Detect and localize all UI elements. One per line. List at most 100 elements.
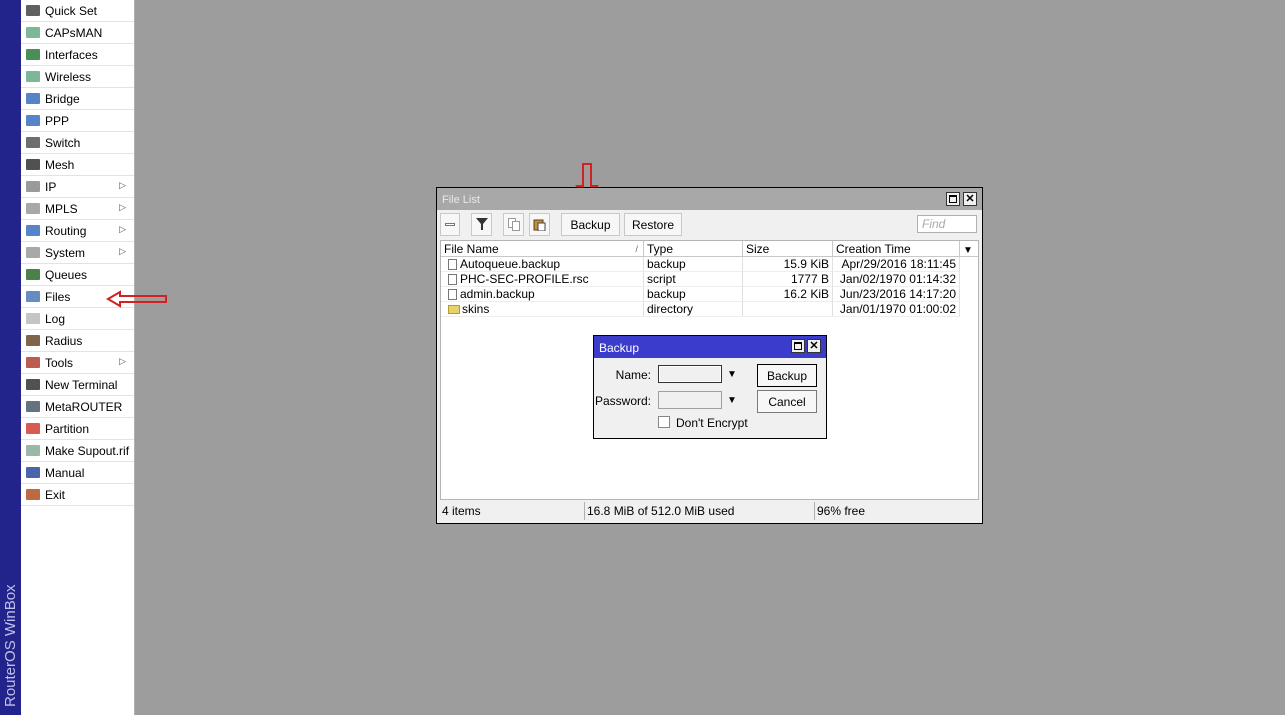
sort-icon: / [635, 244, 638, 254]
cell-created: Jan/02/1970 01:14:32 [833, 272, 960, 287]
exit-icon [25, 488, 41, 502]
sidebar-item-manual[interactable]: Manual [21, 462, 134, 484]
log-icon [25, 312, 41, 326]
column-creation-time[interactable]: Creation Time [833, 241, 960, 257]
sidebar-item-label: Quick Set [45, 3, 98, 18]
cell-created: Jan/01/1970 01:00:02 [833, 302, 960, 317]
table-row[interactable]: admin.backup backup 16.2 KiB Jun/23/2016 14… [441, 287, 978, 302]
maximize-icon [794, 342, 802, 350]
table-row[interactable]: skins directory Jan/01/1970 01:00:02 [441, 302, 978, 317]
dialog-close-button[interactable]: ✕ [807, 339, 821, 353]
dont-encrypt-checkbox[interactable] [658, 416, 670, 428]
column-file-name-label: File Name [444, 242, 499, 256]
file-list-titlebar[interactable]: File List ✕ [437, 188, 982, 210]
brand-label: RouterOS WinBox [2, 584, 19, 707]
backup-dialog-titlebar[interactable]: Backup ✕ [594, 336, 826, 358]
brand-strip: RouterOS WinBox [0, 0, 21, 715]
password-dropdown-icon[interactable]: ▼ [727, 395, 737, 406]
column-size[interactable]: Size [743, 241, 833, 257]
sidebar-item-exit[interactable]: Exit [21, 484, 134, 506]
cell-size: 16.2 KiB [743, 287, 833, 302]
sidebar-item-tools[interactable]: Tools ▷ [21, 352, 134, 374]
close-button[interactable]: ✕ [963, 192, 977, 206]
sidebar-item-label: New Terminal [45, 377, 118, 392]
sidebar-item-queues[interactable]: Queues [21, 264, 134, 286]
paste-button[interactable] [529, 213, 550, 236]
file-list-title: File List [442, 194, 480, 206]
maximize-icon [949, 195, 957, 203]
backup-toolbar-button[interactable]: Backup [561, 213, 620, 236]
minus-icon [445, 223, 455, 226]
find-input[interactable] [917, 215, 977, 233]
sidebar-item-radius[interactable]: Radius [21, 330, 134, 352]
supout-icon [25, 444, 41, 458]
sidebar-item-new-terminal[interactable]: New Terminal [21, 374, 134, 396]
remove-button[interactable] [440, 213, 460, 236]
file-name-text: PHC-SEC-PROFILE.rsc [460, 272, 589, 286]
folder-icon [448, 305, 460, 314]
table-row[interactable]: Autoqueue.backup backup 15.9 KiB Apr/29/201… [441, 257, 978, 272]
cell-name: Autoqueue.backup [441, 257, 644, 272]
sidebar-item-switch[interactable]: Switch [21, 132, 134, 154]
cell-name: skins [441, 302, 644, 317]
sidebar-item-ppp[interactable]: PPP [21, 110, 134, 132]
sidebar-item-make-supout-rif[interactable]: Make Supout.rif [21, 440, 134, 462]
sidebar-item-log[interactable]: Log [21, 308, 134, 330]
sidebar-item-label: Wireless [45, 69, 92, 84]
dialog-maximize-button[interactable] [791, 339, 805, 353]
backup-dialog: Backup ✕ Name: ▼ Password: ▼ Backup Canc… [593, 335, 827, 439]
routing-icon [25, 224, 41, 238]
sidebar-item-label: IP [45, 179, 57, 194]
cell-size: 15.9 KiB [743, 257, 833, 272]
copy-icon [507, 218, 520, 231]
queues-icon [25, 268, 41, 282]
name-dropdown-icon[interactable]: ▼ [727, 369, 737, 380]
sidebar-item-label: Interfaces [45, 47, 98, 62]
ip-icon [25, 180, 41, 194]
column-chooser-button[interactable]: ▼ [960, 241, 978, 257]
submenu-arrow-icon: ▷ [119, 246, 126, 256]
copy-button[interactable] [503, 213, 524, 236]
sidebar-item-capsman[interactable]: CAPsMAN [21, 22, 134, 44]
status-usage: 16.8 MiB of 512.0 MiB used [585, 502, 815, 520]
table-header: File Name / Type Size Creation Time ▼ [441, 241, 978, 257]
sidebar-item-ip[interactable]: IP ▷ [21, 176, 134, 198]
sidebar-item-mesh[interactable]: Mesh [21, 154, 134, 176]
sidebar-item-partition[interactable]: Partition [21, 418, 134, 440]
cell-size [743, 302, 833, 317]
dialog-cancel-button[interactable]: Cancel [757, 390, 817, 413]
column-type[interactable]: Type [644, 241, 743, 257]
file-icon [448, 274, 457, 285]
mesh-icon [25, 158, 41, 172]
sidebar-item-mpls[interactable]: MPLS ▷ [21, 198, 134, 220]
name-field[interactable] [658, 365, 722, 383]
cell-name: PHC-SEC-PROFILE.rsc [441, 272, 644, 287]
sidebar-item-quick-set[interactable]: Quick Set [21, 0, 134, 22]
dropdown-icon: ▼ [963, 245, 973, 256]
sidebar-item-wireless[interactable]: Wireless [21, 66, 134, 88]
sidebar-item-label: Radius [45, 333, 83, 348]
sidebar-item-system[interactable]: System ▷ [21, 242, 134, 264]
sidebar-item-bridge[interactable]: Bridge [21, 88, 134, 110]
sidebar-menu: Quick Set CAPsMAN Interfaces Wireless Bridge… [21, 0, 135, 715]
sidebar-item-metarouter[interactable]: MetaROUTER [21, 396, 134, 418]
table-row[interactable]: PHC-SEC-PROFILE.rsc script 1777 B Jan/02/19… [441, 272, 978, 287]
password-field[interactable] [658, 391, 722, 409]
dont-encrypt-label: Don't Encrypt [676, 416, 748, 430]
restore-button[interactable]: Restore [624, 213, 682, 236]
sidebar-item-routing[interactable]: Routing ▷ [21, 220, 134, 242]
filter-icon [475, 218, 488, 230]
filter-button[interactable] [471, 213, 492, 236]
submenu-arrow-icon: ▷ [119, 202, 126, 212]
cell-size: 1777 B [743, 272, 833, 287]
column-file-name[interactable]: File Name / [441, 241, 644, 257]
sidebar-item-interfaces[interactable]: Interfaces [21, 44, 134, 66]
interfaces-icon [25, 48, 41, 62]
maximize-button[interactable] [946, 192, 960, 206]
sidebar-item-label: Exit [45, 487, 66, 502]
terminal-icon [25, 378, 41, 392]
dialog-backup-button[interactable]: Backup [757, 364, 817, 387]
ppp-icon [25, 114, 41, 128]
manual-icon [25, 466, 41, 480]
file-list-toolbar: Backup Restore [437, 212, 982, 238]
